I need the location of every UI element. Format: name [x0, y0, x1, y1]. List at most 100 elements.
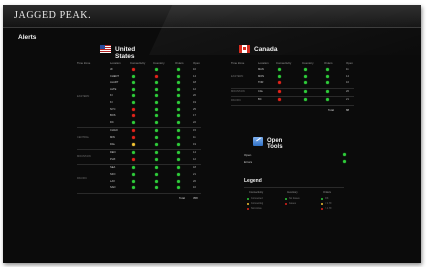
- location-label[interactable]: KI: [110, 94, 112, 97]
- open-count[interactable]: 14: [346, 75, 349, 78]
- open-count[interactable]: 11: [193, 136, 196, 139]
- time-zone-label: EASTERN: [231, 74, 244, 78]
- legend-column-header: Connectivity: [249, 191, 264, 194]
- location-label[interactable]: ALART: [110, 81, 118, 84]
- time-zone-label: MOUNTAIN: [77, 154, 91, 158]
- orders-status: [177, 142, 180, 146]
- location-label[interactable]: DC: [110, 121, 114, 124]
- open-count[interactable]: 11: [346, 68, 349, 71]
- column-header: Orders: [324, 61, 333, 65]
- open-count[interactable]: 18: [193, 81, 196, 84]
- inventory-status: [155, 142, 158, 146]
- open-count[interactable]: 25: [193, 108, 196, 111]
- inventory-status: [304, 89, 307, 93]
- open-count[interactable]: 10: [193, 68, 196, 71]
- legend-swatch: [321, 208, 323, 210]
- open-count[interactable]: 14: [193, 151, 196, 154]
- legend-item-label: Issues: [289, 202, 296, 205]
- open-count[interactable]: 26: [193, 180, 196, 183]
- flag-detail: [243, 47, 246, 50]
- connectivity-status: [132, 94, 135, 98]
- time-zone-label: PACIFIC: [77, 176, 88, 180]
- inventory-status: [155, 157, 158, 161]
- location-label[interactable]: CHGO: [110, 129, 118, 132]
- location-label[interactable]: SAN: [110, 186, 115, 189]
- open-tools-item[interactable]: Open: [244, 153, 251, 157]
- location-label[interactable]: DEN: [110, 151, 115, 154]
- open-count[interactable]: 16: [346, 81, 349, 84]
- connectivity-status: [278, 89, 281, 93]
- location-label[interactable]: SFO: [110, 173, 115, 176]
- open-count[interactable]: 10: [193, 186, 196, 189]
- open-count[interactable]: 12: [193, 88, 196, 91]
- total-label: Total: [179, 195, 185, 200]
- location-label[interactable]: CHENT: [110, 75, 119, 78]
- location-label[interactable]: KI: [110, 101, 112, 104]
- orders-status: [326, 89, 329, 93]
- legend-item-label: OK: [325, 197, 329, 200]
- location-label[interactable]: BOS: [110, 114, 115, 117]
- location-label[interactable]: DAL: [110, 143, 115, 146]
- location-label[interactable]: SEA: [110, 166, 115, 169]
- time-zone-label: CENTRAL: [77, 136, 90, 140]
- open-count[interactable]: 12: [193, 158, 196, 161]
- inventory-status: [155, 87, 158, 91]
- inventory-status: [155, 68, 158, 71]
- open-count[interactable]: 20: [193, 94, 196, 97]
- open-tools-item[interactable]: Errors: [244, 160, 252, 164]
- time-zone-label: PACIFIC: [231, 98, 242, 102]
- column-header: Open: [193, 61, 200, 65]
- orders-status: [177, 186, 180, 190]
- location-label[interactable]: MIN: [110, 136, 115, 139]
- orders-status: [177, 114, 180, 118]
- orders-status: [177, 136, 180, 139]
- top-bar: JAGGED PEAK.: [3, 5, 421, 55]
- inventory-status: [155, 129, 158, 133]
- open-count[interactable]: 18: [193, 166, 196, 169]
- connectivity-status: [132, 129, 135, 133]
- open-count[interactable]: 26: [346, 90, 349, 93]
- location-label[interactable]: ALTE: [110, 88, 116, 91]
- open-tools-title: Open Tools: [267, 138, 283, 150]
- column-header: Connectivity: [130, 61, 146, 65]
- location-label[interactable]: JF: [110, 68, 113, 71]
- open-count[interactable]: 21: [346, 98, 349, 101]
- total-value: 358: [193, 195, 198, 200]
- legend-swatch: [285, 198, 287, 200]
- orders-status: [177, 179, 180, 183]
- location-label[interactable]: PHX: [110, 158, 115, 161]
- legend-item-label: < 1 Hr: [325, 202, 332, 205]
- orders-status: [177, 173, 180, 176]
- canada-flag-icon: [239, 45, 250, 53]
- location-label[interactable]: TOR: [258, 81, 263, 84]
- legend-item-label: No Issues: [289, 197, 300, 200]
- orders-status: [177, 81, 180, 85]
- open-count[interactable]: 21: [193, 173, 196, 176]
- group-divider: [77, 149, 201, 151]
- legend-column-header: Orders: [323, 191, 331, 194]
- orders-status: [177, 94, 180, 98]
- connectivity-status: [132, 107, 135, 111]
- open-count[interactable]: 22: [193, 121, 196, 124]
- time-zone-label: MOUNTAIN: [231, 90, 245, 94]
- open-count[interactable]: 14: [193, 75, 196, 78]
- connectivity-status: [132, 151, 135, 155]
- connectivity-status: [278, 81, 281, 85]
- tools-icon: [253, 137, 263, 146]
- open-count[interactable]: 19: [193, 101, 196, 104]
- inventory-status: [155, 151, 158, 155]
- location-label[interactable]: NYC: [110, 108, 115, 111]
- location-label[interactable]: BC: [258, 98, 262, 101]
- column-header: Open: [346, 61, 353, 65]
- location-label[interactable]: MON: [258, 75, 264, 78]
- brand-logo[interactable]: JAGGED PEAK.: [14, 10, 91, 21]
- open-count[interactable]: 19: [193, 143, 196, 146]
- open-count[interactable]: 15: [193, 129, 196, 132]
- location-label[interactable]: CAL: [258, 90, 263, 93]
- connectivity-status: [132, 68, 135, 71]
- location-label[interactable]: LAX: [110, 180, 115, 183]
- open-count[interactable]: 17: [193, 114, 196, 117]
- location-label[interactable]: MAN: [258, 68, 264, 71]
- connectivity-status: [278, 68, 281, 71]
- legend-swatch: [285, 203, 287, 205]
